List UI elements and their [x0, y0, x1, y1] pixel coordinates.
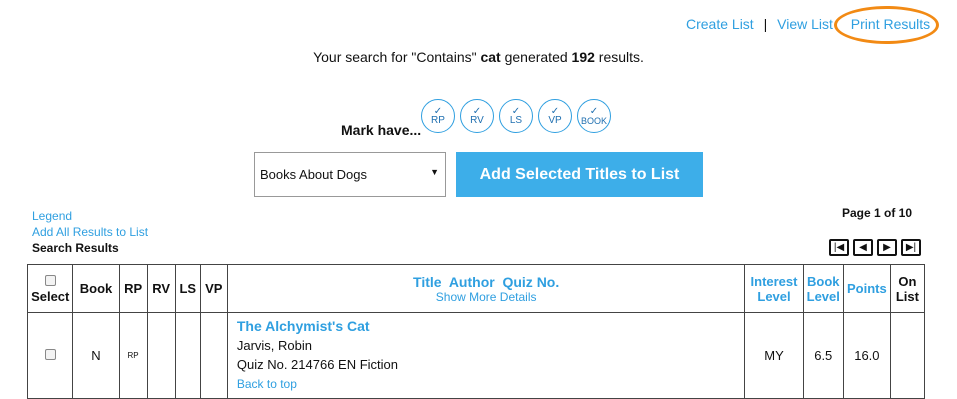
table-header-row: Select Book RP RV LS VP Title Author Qui… [26, 264, 926, 313]
mark-rp-icon[interactable]: ✓ RP [421, 99, 455, 133]
summary-count: 192 [571, 49, 595, 65]
pager: |◀ ◀ ▶ ▶| [829, 239, 925, 256]
mark-vp-icon[interactable]: ✓ VP [538, 99, 572, 133]
select-all-checkbox[interactable] [44, 274, 56, 286]
row-select-checkbox[interactable] [44, 349, 56, 360]
interest-level-cell: MY [744, 312, 804, 399]
legend-link[interactable]: Legend [32, 209, 72, 223]
mark-have-label: Mark have... [341, 122, 422, 138]
mark-ls-label: LS [509, 114, 523, 126]
dropdown-arrow-icon: ▼ [430, 167, 439, 177]
title-sort-link[interactable]: Title Author Quiz No. [231, 274, 742, 290]
last-page-icon[interactable]: ▶| [901, 239, 921, 256]
add-all-results-link[interactable]: Add All Results to List [32, 225, 148, 239]
next-page-icon[interactable]: ▶ [877, 239, 897, 256]
interest-level-header[interactable]: Interest Level [744, 264, 804, 313]
prev-page-icon[interactable]: ◀ [853, 239, 873, 256]
mark-rv-icon[interactable]: ✓ RV [460, 99, 494, 133]
summary-prefix: Your search for "Contains" [313, 49, 481, 65]
rp-cell: RP [118, 312, 148, 399]
mark-book-icon[interactable]: ✓ BOOK [577, 99, 611, 133]
back-to-top-link[interactable]: Back to top [237, 377, 297, 391]
summary-term: cat [480, 49, 501, 65]
mark-rv-label: RV [470, 114, 484, 126]
show-more-details-link[interactable]: Show More Details [231, 290, 742, 304]
first-page-icon[interactable]: |◀ [829, 239, 849, 256]
mark-vp-label: VP [548, 114, 562, 126]
rv-cell [146, 312, 176, 399]
search-summary: Your search for "Contains" cat generated… [0, 49, 957, 65]
vp-cell [199, 312, 228, 399]
book-cell: N [72, 312, 120, 399]
list-select[interactable]: Books About Dogs ▼ [254, 152, 446, 197]
create-list-link[interactable]: Create List [686, 16, 754, 32]
search-results-heading: Search Results [32, 241, 119, 255]
left-links: Legend Add All Results to List Search Re… [32, 208, 148, 256]
on-list-cell [889, 312, 926, 399]
page-info: Page 1 of 10 [842, 206, 913, 220]
book-level-header[interactable]: Book Level [802, 264, 844, 313]
ls-cell [174, 312, 201, 399]
book-level-cell: 6.5 [802, 312, 844, 399]
rp-header: RP [118, 264, 148, 313]
ls-header: LS [174, 264, 201, 313]
mark-have-icons: ✓ RP ✓ RV ✓ LS ✓ VP ✓ BOOK [421, 99, 616, 133]
on-list-header: On List [889, 264, 926, 313]
select-header: Select [26, 264, 74, 313]
table-row: N RP The Alchymist's Cat Jarvis, Robin Q… [26, 312, 926, 399]
add-selected-titles-button[interactable]: Add Selected Titles to List [456, 152, 703, 197]
title-header: Title Author Quiz No. Show More Details [226, 264, 746, 313]
link-separator: | [763, 16, 768, 32]
book-author: Jarvis, Robin [236, 338, 312, 353]
select-header-label: Select [31, 288, 70, 304]
select-cell [26, 312, 74, 399]
results-table: Select Book RP RV LS VP Title Author Qui… [26, 264, 926, 399]
mark-ls-icon[interactable]: ✓ LS [499, 99, 533, 133]
book-header: Book [72, 264, 120, 313]
mark-book-label: BOOK [580, 115, 607, 126]
check-icon: ✓ [589, 105, 599, 117]
points-header[interactable]: Points [842, 264, 891, 313]
summary-middle: generated [500, 49, 572, 65]
book-quiz: Quiz No. 214766 EN Fiction [236, 357, 398, 372]
highlight-circle [834, 6, 939, 44]
rv-header: RV [146, 264, 176, 313]
vp-header: VP [199, 264, 228, 313]
points-cell: 16.0 [842, 312, 891, 399]
title-cell: The Alchymist's Cat Jarvis, Robin Quiz N… [226, 312, 746, 399]
view-list-link[interactable]: View List [777, 16, 833, 32]
list-select-value: Books About Dogs [260, 167, 367, 182]
book-title-link[interactable]: The Alchymist's Cat [237, 318, 370, 334]
mark-rp-label: RP [431, 114, 445, 126]
summary-suffix: results. [594, 49, 644, 65]
